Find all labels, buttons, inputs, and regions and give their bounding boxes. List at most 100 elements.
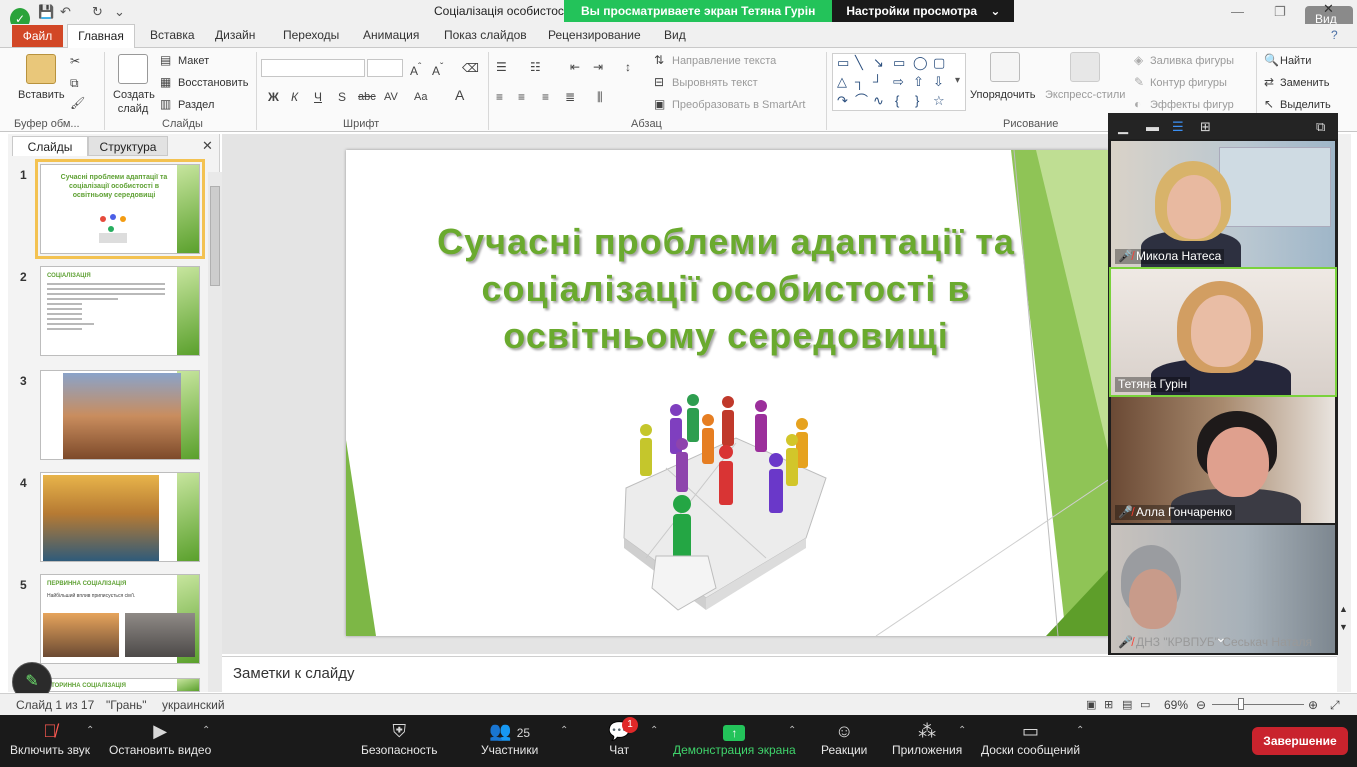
tab-transitions[interactable]: Переходы — [283, 28, 339, 42]
minimize-video-icon[interactable]: ▁ — [1118, 119, 1128, 135]
section-button[interactable]: Раздел — [178, 98, 214, 112]
zoom-in-icon[interactable]: ⊕ — [1308, 698, 1318, 712]
numbering-icon[interactable]: ☷ — [530, 60, 541, 74]
change-case-button[interactable]: Aa — [414, 90, 427, 104]
help-icon[interactable]: ? — [1331, 28, 1338, 42]
font-color-icon[interactable]: A — [455, 88, 464, 102]
share-screen-button[interactable]: ↑ Демонстрация экрана — [673, 719, 796, 757]
close-icon[interactable]: ✕ — [1323, 1, 1334, 17]
line-shape-icon[interactable]: ╲ — [855, 56, 863, 70]
shape-effects-button[interactable]: Эффекты фигур — [1150, 98, 1234, 112]
video-options-caret-icon[interactable]: ⌃ — [202, 725, 210, 736]
paste-button[interactable]: Вставить — [18, 88, 65, 102]
line-spacing-icon[interactable]: ↕ — [625, 60, 631, 74]
shadow-button[interactable]: S — [338, 90, 346, 104]
select-button[interactable]: Выделить — [1280, 98, 1331, 112]
connector-shape-icon[interactable]: ┐ — [855, 75, 864, 89]
tab-slides[interactable]: Слайды — [12, 136, 88, 156]
participant-tile[interactable]: 🎤̸ Алла Гончаренко — [1111, 397, 1335, 523]
tab-review[interactable]: Рецензирование — [548, 28, 641, 42]
star-shape-icon[interactable]: ☆ — [933, 94, 945, 108]
redo-icon[interactable]: ↻ — [92, 4, 103, 20]
participant-tile[interactable]: 🎤̸ Микола Натеса — [1111, 141, 1335, 267]
participants-caret-icon[interactable]: ⌃ — [560, 725, 568, 736]
scroll-down-icon[interactable]: ⌄ — [1215, 629, 1227, 646]
new-slide-button[interactable]: Создать слайд — [113, 88, 155, 116]
tab-home[interactable]: Главная — [67, 24, 135, 49]
justify-icon[interactable]: ≣ — [565, 90, 575, 104]
slide-thumbnail-3[interactable] — [40, 370, 200, 460]
shape-fill-button[interactable]: Заливка фигуры — [1150, 54, 1234, 68]
align-left-icon[interactable]: ≡ — [496, 90, 503, 104]
zoom-out-icon[interactable]: ⊖ — [1196, 698, 1206, 712]
reset-button[interactable]: Восстановить — [178, 76, 248, 90]
current-slide[interactable]: Сучасні проблеми адаптації та соціалізац… — [346, 150, 1108, 636]
find-button[interactable]: Найти — [1280, 54, 1311, 68]
increase-indent-icon[interactable]: ⇥ — [593, 60, 603, 74]
curve-shape-icon[interactable]: ↷ — [837, 94, 848, 108]
stop-video-button[interactable]: ▶︎ Остановить видео — [109, 719, 211, 757]
bold-button[interactable]: Ж — [268, 90, 279, 104]
clear-format-icon[interactable]: ⌫ — [462, 61, 479, 75]
close-panel-icon[interactable]: ✕ — [202, 138, 213, 154]
grow-font-icon[interactable]: Aˆ — [410, 61, 421, 78]
save-icon[interactable]: 💾 — [38, 4, 54, 20]
freeform-shape-icon[interactable]: ∿ — [873, 94, 884, 108]
shrink-font-icon[interactable]: Aˇ — [432, 61, 443, 78]
elbow-shape-icon[interactable]: ┘ — [873, 75, 882, 89]
prev-slide-icon[interactable]: ▲ — [1339, 604, 1348, 614]
tab-view[interactable]: Вид — [664, 28, 686, 42]
participants-button[interactable]: 👥 25 Участники — [481, 719, 538, 757]
rectangle-shape-icon[interactable]: ▭ — [893, 56, 905, 70]
triangle-shape-icon[interactable]: △ — [837, 75, 847, 89]
whiteboards-button[interactable]: ▭ Доски сообщений — [981, 719, 1080, 757]
sorter-view-icon[interactable]: ⊞ — [1104, 698, 1113, 711]
strip-view-icon[interactable]: ☰ — [1172, 119, 1184, 135]
unmute-button[interactable]: 🎙̸ Включить звук — [10, 719, 90, 757]
brace-shape-icon[interactable]: { — [895, 94, 899, 108]
zoom-slider[interactable] — [1212, 704, 1304, 705]
speaker-view-icon[interactable]: ▬ — [1146, 119, 1159, 134]
up-arrow-shape-icon[interactable]: ⇧ — [913, 75, 924, 89]
undo-icon[interactable]: ↶ — [60, 4, 71, 20]
italic-button[interactable]: К — [291, 90, 298, 104]
down-arrow-shape-icon[interactable]: ⇩ — [933, 75, 944, 89]
slide-scrollbar[interactable]: ▲ ▼ — [1337, 134, 1351, 692]
format-painter-icon[interactable]: 🖌 — [70, 96, 85, 110]
pop-out-icon[interactable]: ⧉ — [1316, 119, 1325, 135]
smartart-button[interactable]: Преобразовать в SmartArt — [672, 98, 805, 112]
slide-thumbnail-4[interactable] — [40, 472, 200, 562]
cut-icon[interactable]: ✂ — [70, 54, 80, 68]
bullets-icon[interactable]: ☰ — [496, 60, 507, 74]
tab-insert[interactable]: Вставка — [150, 28, 195, 42]
textbox-shape-icon[interactable]: ▭ — [837, 56, 849, 70]
share-caret-icon[interactable]: ⌃ — [788, 725, 796, 736]
right-arrow-shape-icon[interactable]: ⇨ — [893, 75, 904, 89]
shape-outline-button[interactable]: Контур фигуры — [1150, 76, 1227, 90]
end-meeting-button[interactable]: Завершение — [1252, 727, 1348, 755]
quick-styles-button[interactable]: Экспресс-стили — [1045, 88, 1125, 102]
slide-thumbnail-2[interactable]: СОЦІАЛІЗАЦІЯ — [40, 266, 200, 356]
columns-icon[interactable]: ⫼ — [597, 90, 603, 104]
align-text-button[interactable]: Выровнять текст — [672, 76, 758, 90]
tab-animation[interactable]: Анимация — [363, 28, 419, 42]
arrange-button[interactable]: Упорядочить — [970, 88, 1035, 102]
thumbnails-scrollbar[interactable] — [208, 172, 222, 692]
reading-view-icon[interactable]: ▤ — [1122, 698, 1132, 711]
font-size-select[interactable] — [367, 59, 403, 77]
gallery-more-icon[interactable]: ▾ — [955, 74, 960, 88]
char-spacing-button[interactable]: AV — [384, 90, 398, 104]
strikethrough-button[interactable]: abc — [358, 90, 376, 104]
customize-qat-icon[interactable]: ⌄ — [114, 4, 125, 20]
participant-tile[interactable]: 🎤̸ ДНЗ "КРВПУБ" Сеськач Наталя ⌄ — [1111, 525, 1335, 653]
oval-shape-icon[interactable]: ◯ — [913, 56, 928, 70]
arc-shape-icon[interactable]: ⌒ — [855, 94, 868, 108]
restore-icon[interactable]: ❐ — [1274, 4, 1286, 20]
layout-button[interactable]: Макет — [178, 54, 209, 68]
slide-title[interactable]: Сучасні проблеми адаптації та соціалізац… — [416, 218, 1036, 359]
slide-thumbnail-1[interactable]: Сучасні проблеми адаптації та соціалізац… — [35, 159, 205, 259]
tab-slideshow[interactable]: Показ слайдов — [444, 28, 527, 42]
text-direction-button[interactable]: Направление текста — [672, 54, 776, 68]
slide-thumbnail-6[interactable]: ВТОРИННА СОЦІАЛІЗАЦІЯ — [40, 678, 200, 692]
shapes-gallery[interactable]: ▭ ╲ ↘ ▭ ◯ ▢ △ ┐ ┘ ⇨ ⇧ ⇩ ↷ ⌒ ∿ { } ☆ ▾ — [832, 53, 966, 111]
